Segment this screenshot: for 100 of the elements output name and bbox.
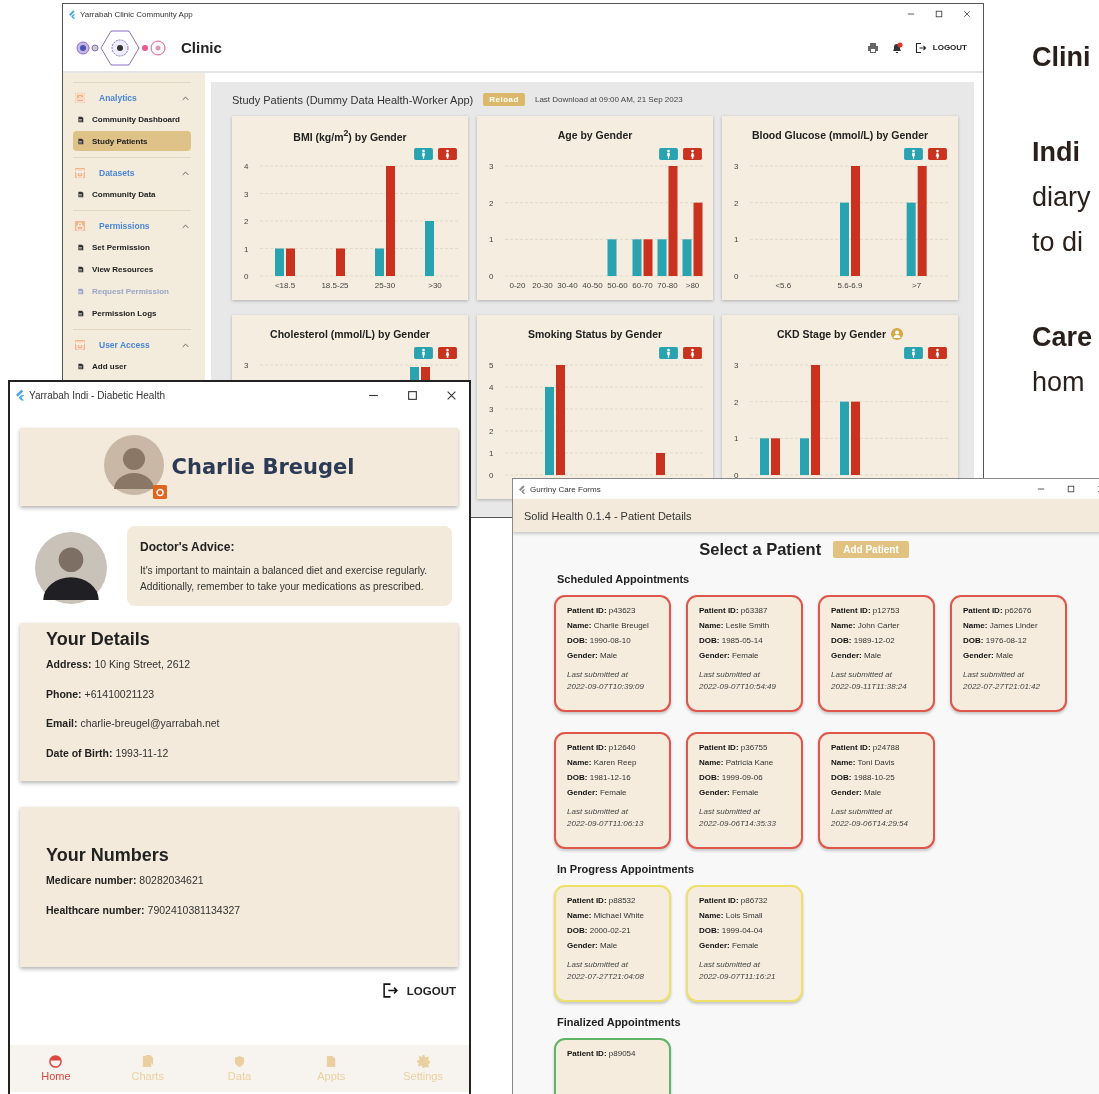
document-icon xyxy=(324,1055,338,1068)
last-submitted-text: Last submitted at 2022-09-07T10:39:09 xyxy=(567,669,645,692)
sidebar-item[interactable]: Community Dashboard xyxy=(73,109,191,129)
axis-tick-label: 0 xyxy=(244,272,249,281)
axis-category-label: 40-50 xyxy=(582,281,603,290)
slide-text: diary xyxy=(1032,181,1092,214)
patient-field: DOB: 1976-08-12 xyxy=(963,636,1061,645)
axis-category-label: 50-60 xyxy=(607,281,628,290)
patient-field: Name: Leslie Smith xyxy=(699,621,797,630)
axis-tick-label: 5 xyxy=(489,361,494,370)
patient-field: DOB: 1999-09-06 xyxy=(699,773,797,782)
last-submitted-text: Last submitted at 2022-09-07T11:16:21 xyxy=(699,959,777,982)
last-submitted-text: Last submitted at 2022-09-06T14:29:54 xyxy=(831,806,909,829)
page-heading: Select a Patient xyxy=(699,540,822,559)
patient-field: Gender: Male xyxy=(963,651,1061,660)
close-icon[interactable] xyxy=(446,389,457,401)
chart-title: Cholesterol (mmol/L) by Gender xyxy=(270,328,430,340)
axis-tick-label: 2 xyxy=(489,427,494,436)
section-title: Scheduled Appointments xyxy=(557,573,691,585)
nav-tab[interactable]: Home xyxy=(20,1045,91,1092)
maximize-icon[interactable] xyxy=(407,389,418,401)
last-submitted-text: Last submitted at 2022-09-06T14:35:33 xyxy=(699,806,777,829)
patient-field: Gender: Male xyxy=(567,941,665,950)
slide-text: hom xyxy=(1032,366,1086,399)
section-title: Your Details xyxy=(46,629,151,651)
avatar-placeholder xyxy=(103,435,164,495)
sidebar-item[interactable]: Set Permission xyxy=(73,237,191,257)
notification-bell-icon[interactable] xyxy=(890,41,903,54)
chart-title: Age by Gender xyxy=(557,129,633,141)
file-icon xyxy=(77,309,84,317)
sidebar-item[interactable]: Community Data xyxy=(73,184,191,204)
axis-category-label: 30-40 xyxy=(557,281,578,290)
logout-button[interactable]: LOGOUT xyxy=(914,41,967,54)
axis-category-label: 18.5-25 xyxy=(321,281,349,290)
close-icon[interactable] xyxy=(963,10,971,18)
patient-card[interactable]: Patient ID: p43623 Name: Charlie Breugel DOB: 1990-08-10 Gender: Male Last submitted at 2022-09-07T10:39:09 xyxy=(554,595,671,712)
maximize-icon[interactable] xyxy=(935,10,943,18)
last-submitted-text: Last submitted at 2022-09-07T11:06:13 xyxy=(567,806,645,829)
maximize-icon[interactable] xyxy=(1067,485,1075,493)
chart-title: BMI (kg/m$^{2}$) by Gender xyxy=(293,127,407,143)
window-title: Yarrabah Clinic Community App xyxy=(80,9,193,19)
logout-icon xyxy=(381,982,399,1000)
app-bar-title: Solid Health 0.1.4 - Patient Details xyxy=(524,509,692,522)
last-submitted-text: Last submitted at 2022-09-11T11:38:24 xyxy=(831,669,908,692)
axis-tick-label: 4 xyxy=(489,383,494,392)
sidebar-item[interactable]: View Resources xyxy=(73,259,191,279)
printer-icon[interactable] xyxy=(866,41,879,54)
axis-category-label: 60-70 xyxy=(632,281,653,290)
last-download-text: Last Download at 09:00 AM, 21 Sep 2023 xyxy=(534,95,683,104)
last-submitted-text: Last submitted at 2022-07-27T21:04:08 xyxy=(567,959,645,982)
patient-card[interactable]: Patient ID: p63387 Name: Leslie Smith DOB: 1985-05-14 Gender: Female Last submitted at 2022-09-07T10:54:49 xyxy=(686,595,803,712)
patient-field: Name: James Linder xyxy=(963,621,1061,630)
axis-tick-label: 3 xyxy=(734,162,739,171)
sidebar-item[interactable]: Add user xyxy=(73,356,191,376)
slide-text: Indi xyxy=(1032,136,1081,169)
gear-icon xyxy=(416,1055,430,1068)
axis-tick-label: 2 xyxy=(734,198,739,208)
patient-card[interactable]: Patient ID: p89054 xyxy=(554,1038,671,1094)
patient-field: Gender: Female xyxy=(567,788,665,797)
camera-icon[interactable] xyxy=(152,485,167,499)
axis-category-label: 25-30 xyxy=(374,281,396,290)
axis-category-label: 5.6-6.9 xyxy=(837,281,863,290)
slide-text: Care xyxy=(1032,321,1093,354)
patient-card[interactable]: Patient ID: p36755 Name: Patricia Kane DOB: 1999-09-06 Gender: Female Last submitted at 2022-09-06T14:35:33 xyxy=(686,732,803,849)
axis-tick-label: 2 xyxy=(489,198,494,208)
sidebar-item[interactable]: Permission Logs xyxy=(73,303,191,323)
patient-card[interactable]: Patient ID: p12753 Name: John Carter DOB: 1989-12-02 Gender: Male Last submitted at 2022-09-11T11:38:24 xyxy=(818,595,935,712)
slide-text: Clini xyxy=(1032,41,1092,74)
patient-card[interactable]: Patient ID: p24788 Name: Toni Davis DOB: 1988-10-25 Gender: Male Last submitted at 2022-09-06T14:29:54 xyxy=(818,732,935,849)
detail-text: Phone: +61410021123 xyxy=(46,687,156,700)
sidebar-item[interactable]: Study Patients xyxy=(73,131,191,151)
patient-field: Patient ID: p12753 xyxy=(831,606,929,615)
patient-field: DOB: 1999-04-04 xyxy=(699,926,797,935)
patient-field: Patient ID: p88532 xyxy=(567,896,665,905)
detail-text: Medicare number: 80282034621 xyxy=(46,874,205,887)
patient-card[interactable]: Patient ID: p62676 Name: James Linder DOB: 1976-08-12 Gender: Male Last submitted at 2022-07-27T21:01:42 xyxy=(950,595,1067,712)
patient-field: Patient ID: p36755 xyxy=(699,743,797,752)
axis-tick-label: 2 xyxy=(244,217,249,226)
axis-tick-label: 1 xyxy=(734,235,739,245)
axis-tick-label: 1 xyxy=(244,244,249,254)
axis-tick-label: 0 xyxy=(734,471,739,480)
patient-card[interactable]: Patient ID: p12640 Name: Karen Reep DOB: 1981-12-16 Gender: Female Last submitted at 2022-09-07T11:06:13 xyxy=(554,732,671,849)
axis-tick-label: 2 xyxy=(734,397,739,407)
patient-field: DOB: 1989-12-02 xyxy=(831,636,929,645)
patient-field: Name: Michael White xyxy=(567,911,665,920)
logout-button[interactable]: LOGOUT xyxy=(381,982,456,1000)
slide-text: to di xyxy=(1032,226,1085,259)
axis-tick-label: 3 xyxy=(489,162,494,171)
app-icon xyxy=(16,389,25,401)
patient-field: DOB: 2000-02-21 xyxy=(567,926,665,935)
patient-field: Gender: Male xyxy=(831,651,929,660)
patient-field: Name: Karen Reep xyxy=(567,758,665,767)
window-title: Gurriny Care Forms xyxy=(530,484,601,494)
patient-card[interactable]: Patient ID: p88532 Name: Michael White DOB: 2000-02-21 Gender: Male Last submitted at 2022-07-27T21:04:08 xyxy=(554,885,671,1002)
patient-card[interactable]: Patient ID: p86732 Name: Lois Small DOB: 1999-04-04 Gender: Female Last submitted at 2022-09-07T11:16:21 xyxy=(686,885,803,1002)
patient-field: Name: Charlie Breugel xyxy=(567,621,665,630)
axis-category-label: >80 xyxy=(685,281,700,290)
patient-field: Name: Patricia Kane xyxy=(699,758,797,767)
patient-field: Gender: Male xyxy=(567,651,665,660)
patient-field: Name: John Carter xyxy=(831,621,929,630)
